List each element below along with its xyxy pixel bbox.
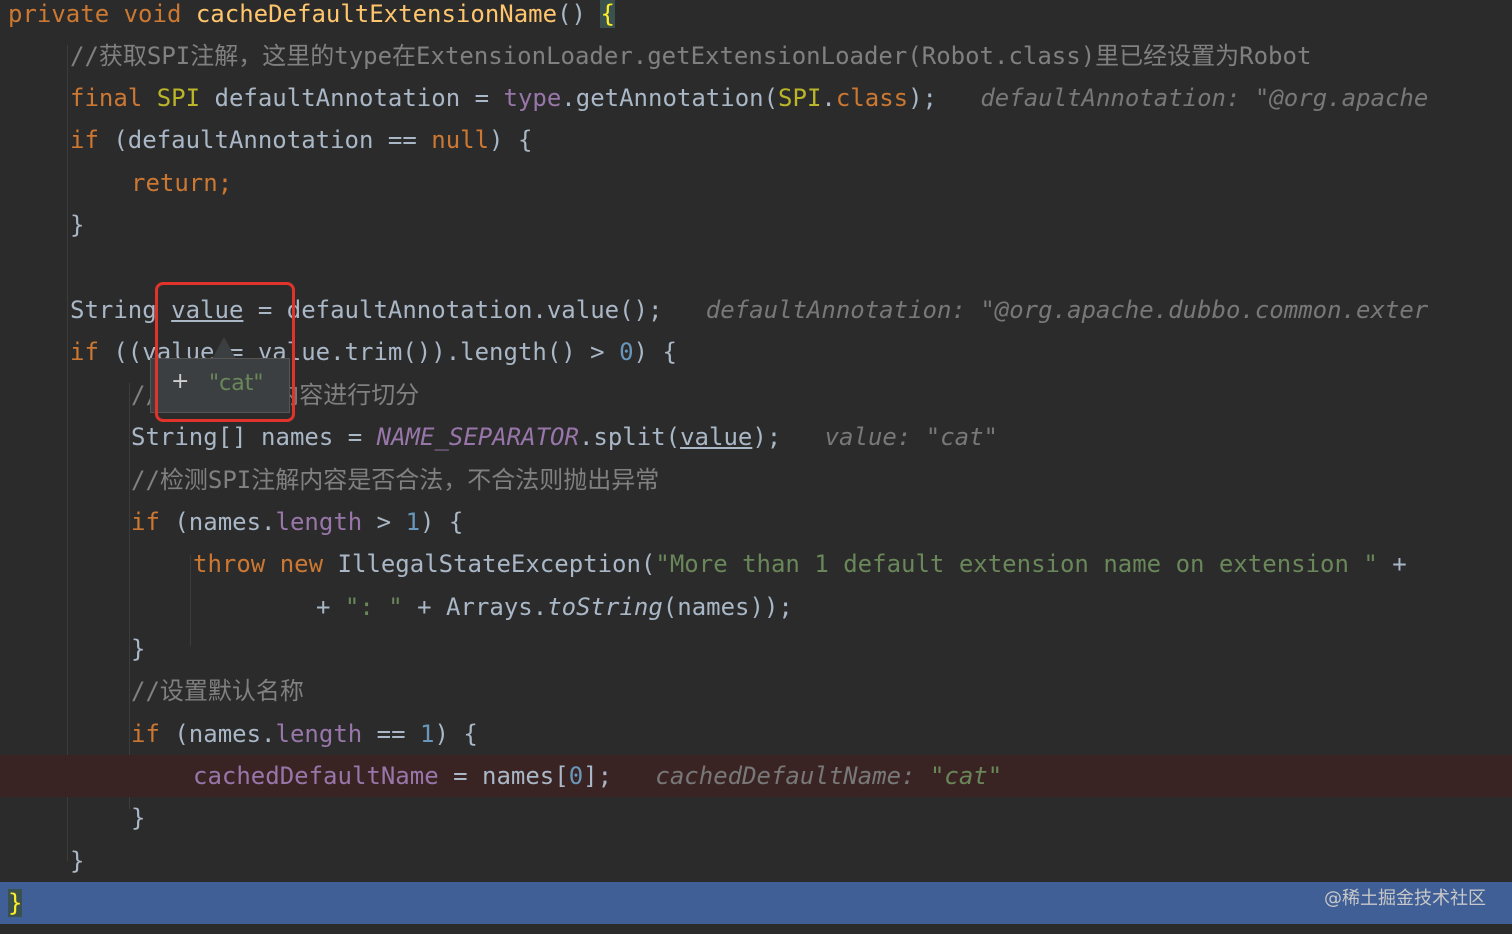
code-line[interactable]: } [0, 797, 1512, 839]
code-token: "More than 1 default extension name on e… [655, 550, 1378, 578]
code-token: cachedDefaultName: [655, 762, 930, 790]
highlight-box [155, 282, 295, 422]
code-token: NAME_SEPARATOR [376, 423, 579, 451]
code-token: toString [547, 593, 663, 621]
code-token: .split( [578, 423, 681, 451]
code-token: } [131, 635, 146, 663]
code-token: == [362, 720, 421, 748]
code-token: ) { [420, 508, 464, 536]
code-line[interactable]: //设置默认名称 [0, 670, 1512, 712]
code-token: if [70, 126, 114, 154]
code-token: + Arrays. [402, 593, 548, 621]
code-line[interactable]: + ": " + Arrays.toString(names)); [0, 586, 1512, 628]
code-token: ) { [633, 338, 677, 366]
code-token: ) { [434, 720, 478, 748]
code-token: private void [8, 0, 196, 28]
code-token: } [131, 804, 146, 832]
code-token: SPI [156, 84, 201, 112]
code-token: final [70, 84, 157, 112]
code-token: String[] names = [131, 423, 377, 451]
code-token: .getAnnotation( [561, 84, 779, 112]
code-line[interactable]: if (defaultAnnotation == null) { [0, 119, 1512, 161]
code-token: ); [908, 84, 981, 112]
code-token: null [431, 126, 490, 154]
code-editor[interactable]: private void cacheDefaultExtensionName()… [0, 0, 1512, 934]
code-token: cachedDefaultName [193, 762, 439, 790]
code-token: ": " [344, 593, 403, 621]
code-line[interactable]: if (names.length == 1) { [0, 713, 1512, 755]
code-token: value: "cat" [824, 423, 998, 451]
code-token: cacheDefaultExtensionName [195, 0, 558, 28]
code-line[interactable]: } [0, 628, 1512, 670]
code-token: (names. [174, 720, 276, 748]
code-line[interactable]: private void cacheDefaultExtensionName()… [0, 0, 1512, 35]
code-token: ) { [489, 126, 533, 154]
code-token: { [600, 0, 615, 28]
code-line[interactable]: String[] names = NAME_SEPARATOR.split(va… [0, 416, 1512, 458]
code-token: if [131, 720, 175, 748]
code-token: if [70, 338, 114, 366]
code-line[interactable]: throw new IllegalStateException("More th… [0, 543, 1512, 585]
code-token: (defaultAnnotation == [113, 126, 432, 154]
code-token: ]; [583, 762, 656, 790]
code-token: ); [752, 423, 825, 451]
code-token: } [8, 889, 23, 917]
code-line[interactable]: //获取SPI注解，这里的type在ExtensionLoader.getExt… [0, 35, 1512, 77]
watermark: @稀土掘金技术社区 [1324, 888, 1486, 909]
code-line[interactable]: //检测SPI注解内容是否合法，不合法则抛出异常 [0, 459, 1512, 501]
code-token: defaultAnnotation = [200, 84, 504, 112]
code-token: = defaultAnnotation.value(); [243, 296, 706, 324]
code-token: return [131, 169, 218, 197]
code-token: "cat" [929, 762, 1003, 790]
code-token: if [131, 508, 175, 536]
code-token: () [557, 0, 601, 28]
code-token: value [680, 423, 753, 451]
code-token: 0 [568, 762, 584, 790]
code-token: defaultAnnotation: "@org.apache.dubbo.co… [705, 296, 1429, 324]
code-token: + [1377, 550, 1407, 578]
code-token: ; [217, 169, 233, 197]
code-line[interactable]: } [0, 882, 1512, 924]
code-token: defaultAnnotation: "@org.apache [980, 84, 1429, 112]
code-token: type [503, 84, 562, 112]
code-token: 1 [420, 720, 435, 748]
code-token: (names. [174, 508, 276, 536]
code-token: + [316, 593, 345, 621]
code-token: > [362, 508, 406, 536]
code-token: //设置默认名称 [131, 677, 304, 705]
code-token: throw new [193, 550, 338, 578]
code-line[interactable]: return; [0, 162, 1512, 204]
code-line[interactable]: cachedDefaultName = names[0]; cachedDefa… [0, 755, 1512, 797]
code-token: } [70, 847, 85, 875]
code-line[interactable]: } [0, 840, 1512, 882]
code-token: class [835, 84, 909, 112]
code-token: IllegalStateException( [337, 550, 656, 578]
code-token: } [70, 211, 85, 239]
code-token: 0 [619, 338, 634, 366]
code-line[interactable]: final SPI defaultAnnotation = type.getAn… [0, 77, 1512, 119]
code-token: = names[ [438, 762, 569, 790]
code-token: SPI [778, 84, 822, 112]
code-token: length [275, 508, 363, 536]
code-token: (names)); [662, 593, 793, 621]
code-token: 1 [405, 508, 421, 536]
code-line[interactable]: } [0, 204, 1512, 246]
code-token: //检测SPI注解内容是否合法，不合法则抛出异常 [131, 466, 660, 494]
code-line[interactable]: if (names.length > 1) { [0, 501, 1512, 543]
code-token: . [821, 84, 836, 112]
code-token: length [275, 720, 363, 748]
code-token: //获取SPI注解，这里的type在ExtensionLoader.getExt… [70, 42, 1312, 70]
